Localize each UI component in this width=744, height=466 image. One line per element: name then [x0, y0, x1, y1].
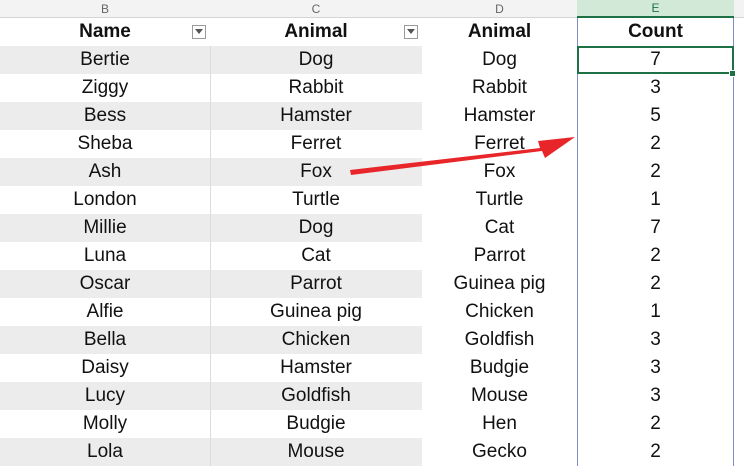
cell-animal2[interactable]: Budgie [422, 354, 577, 382]
column-header-c[interactable]: C [210, 0, 422, 18]
filter-dropdown-icon[interactable] [192, 25, 206, 39]
cell-name[interactable]: Ash [0, 158, 210, 186]
cell-animal2[interactable]: Ferret [422, 130, 577, 158]
column-letter: D [495, 1, 504, 16]
table-row: Daisy Hamster Budgie 3 [0, 354, 744, 382]
header-animal[interactable]: Animal [210, 18, 422, 46]
cell-name[interactable]: Alfie [0, 298, 210, 326]
filter-dropdown-icon[interactable] [404, 25, 418, 39]
cell-count[interactable]: 3 [577, 382, 734, 410]
cell-animal[interactable]: Chicken [210, 326, 422, 354]
table-row: Alfie Guinea pig Chicken 1 [0, 298, 744, 326]
header-name[interactable]: Name [0, 18, 210, 46]
cell-animal2[interactable]: Rabbit [422, 74, 577, 102]
cell-name[interactable]: Sheba [0, 130, 210, 158]
cell-count[interactable]: 2 [577, 130, 734, 158]
cell-animal2[interactable]: Goldfish [422, 326, 577, 354]
cell-count[interactable]: 2 [577, 410, 734, 438]
cell-name[interactable]: Daisy [0, 354, 210, 382]
cell-animal[interactable]: Budgie [210, 410, 422, 438]
cell-animal[interactable]: Hamster [210, 102, 422, 130]
table-row: Luna Cat Parrot 2 [0, 242, 744, 270]
cell-animal2[interactable]: Guinea pig [422, 270, 577, 298]
table-row: Bess Hamster Hamster 5 [0, 102, 744, 130]
table-row: Bella Chicken Goldfish 3 [0, 326, 744, 354]
cell-count[interactable]: 7 [577, 214, 734, 242]
cell-count[interactable]: 3 [577, 326, 734, 354]
cell-animal2[interactable]: Hamster [422, 102, 577, 130]
spreadsheet: B C D E Name Animal Animal Count Bertie D… [0, 0, 744, 466]
cell-animal[interactable]: Hamster [210, 354, 422, 382]
cell-animal2[interactable]: Mouse [422, 382, 577, 410]
cell-name[interactable]: Ziggy [0, 74, 210, 102]
cell-animal2[interactable]: Cat [422, 214, 577, 242]
column-letter: C [311, 1, 321, 16]
column-header-d[interactable]: D [422, 0, 577, 18]
cell-animal[interactable]: Turtle [210, 186, 422, 214]
cell-animal[interactable]: Dog [210, 46, 422, 74]
cell-name[interactable]: Millie [0, 214, 210, 242]
cell-name[interactable]: Oscar [0, 270, 210, 298]
cell-count[interactable]: 2 [577, 242, 734, 270]
cell-animal2[interactable]: Fox [422, 158, 577, 186]
column-header-b[interactable]: B [0, 0, 210, 18]
cell-name[interactable]: Bess [0, 102, 210, 130]
cell-animal[interactable]: Parrot [210, 270, 422, 298]
column-e-border-right [733, 18, 734, 466]
cell-count[interactable]: 2 [577, 438, 734, 466]
cell-animal2[interactable]: Chicken [422, 298, 577, 326]
header-animal-2[interactable]: Animal [422, 18, 577, 46]
cell-count[interactable]: 3 [577, 74, 734, 102]
cell-name[interactable]: Molly [0, 410, 210, 438]
column-letter: E [651, 1, 660, 15]
table-row: Molly Budgie Hen 2 [0, 410, 744, 438]
cell-count[interactable]: 5 [577, 102, 734, 130]
cell-animal[interactable]: Guinea pig [210, 298, 422, 326]
cell-animal[interactable]: Rabbit [210, 74, 422, 102]
cell-animal2[interactable]: Dog [422, 46, 577, 74]
cell-animal[interactable]: Goldfish [210, 382, 422, 410]
cell-animal[interactable]: Mouse [210, 438, 422, 466]
table-row: Ziggy Rabbit Rabbit 3 [0, 74, 744, 102]
cell-animal2[interactable]: Parrot [422, 242, 577, 270]
table-row: Lola Mouse Gecko 2 [0, 438, 744, 466]
cell-name[interactable]: London [0, 186, 210, 214]
column-header-f[interactable] [734, 0, 744, 18]
column-header-e[interactable]: E [577, 0, 734, 18]
cell-name[interactable]: Bertie [0, 46, 210, 74]
cell-animal2[interactable]: Turtle [422, 186, 577, 214]
table-row: Sheba Ferret Ferret 2 [0, 130, 744, 158]
cell-count[interactable]: 2 [577, 158, 734, 186]
table-row: Ash Fox Fox 2 [0, 158, 744, 186]
cell-name[interactable]: Bella [0, 326, 210, 354]
cell-name[interactable]: Luna [0, 242, 210, 270]
cell-count[interactable]: 2 [577, 270, 734, 298]
column-divider [210, 46, 211, 466]
header-row: Name Animal Animal Count [0, 18, 744, 46]
cell-animal[interactable]: Fox [210, 158, 422, 186]
table-row: Lucy Goldfish Mouse 3 [0, 382, 744, 410]
cell-animal[interactable]: Cat [210, 242, 422, 270]
cell-count[interactable]: 7 [577, 46, 734, 74]
cell-count[interactable]: 1 [577, 186, 734, 214]
cell-name[interactable]: Lucy [0, 382, 210, 410]
cell-animal[interactable]: Ferret [210, 130, 422, 158]
header-count[interactable]: Count [577, 18, 734, 46]
fill-handle[interactable] [729, 70, 736, 77]
cell-animal2[interactable]: Gecko [422, 438, 577, 466]
cell-name[interactable]: Lola [0, 438, 210, 466]
table-row: Bertie Dog Dog 7 [0, 46, 744, 74]
column-e-border-left [577, 18, 578, 466]
column-letter: B [100, 1, 109, 16]
table-row: Millie Dog Cat 7 [0, 214, 744, 242]
cell-animal2[interactable]: Hen [422, 410, 577, 438]
cell-count[interactable]: 1 [577, 298, 734, 326]
table-row: London Turtle Turtle 1 [0, 186, 744, 214]
table-row: Oscar Parrot Guinea pig 2 [0, 270, 744, 298]
cell-count[interactable]: 3 [577, 354, 734, 382]
cell-animal[interactable]: Dog [210, 214, 422, 242]
